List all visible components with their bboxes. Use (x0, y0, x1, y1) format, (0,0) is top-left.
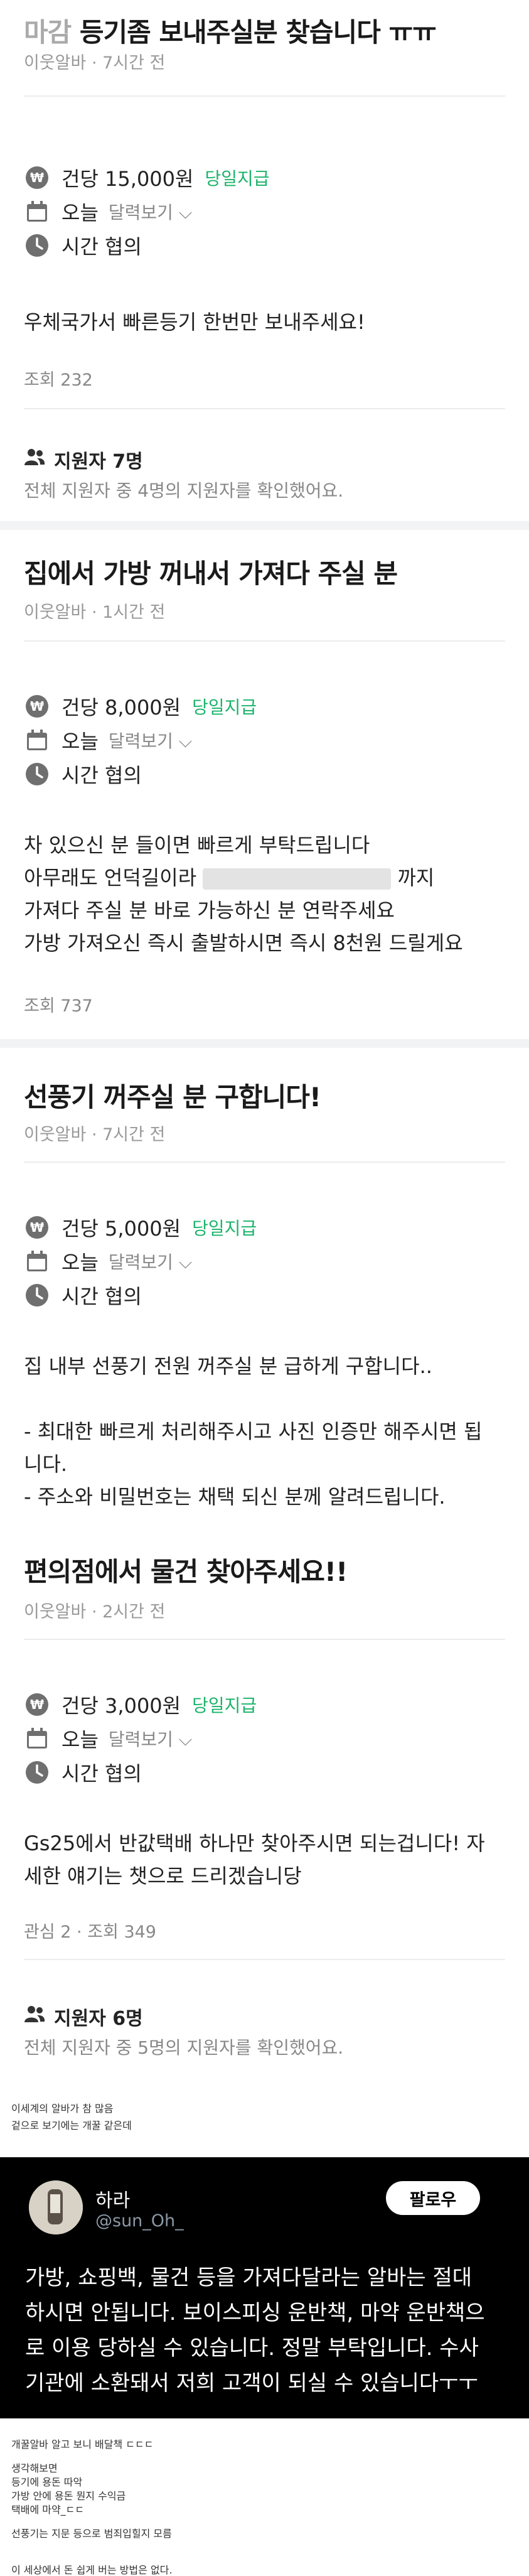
closed-label: 마감 (24, 17, 72, 48)
caption-note: 등기에 용돈 따악 (11, 2476, 83, 2488)
divider (24, 408, 505, 409)
chevron-down-icon: ⌵ (173, 202, 193, 223)
follow-button[interactable]: 팔로우 (386, 2181, 480, 2215)
pay-amount: 건당 15,000원 (61, 167, 194, 191)
post-stats: 관심 2 · 조회 349 (24, 1922, 156, 1942)
pay-badge: 당일지급 (192, 1218, 257, 1239)
post-title[interactable]: 편의점에서 물건 찾아주세요!! (24, 1551, 348, 1589)
time-row: 시간 협의 (24, 1757, 142, 1788)
calendar-link[interactable]: 달력보기 ⌵ (109, 199, 192, 224)
post-title[interactable]: 선풍기 꺼주실 분 구합니다! (24, 1076, 321, 1114)
caption-note: 가방 안에 용돈 뭔지 수익금 (11, 2490, 126, 2502)
time-value: 시간 협의 (61, 763, 142, 787)
applicants-sub: 전체 지원자 중 4명의 지원자를 확인했어요. (24, 480, 344, 501)
applicants-title[interactable]: 지원자 6명 (24, 2003, 143, 2030)
won-icon: ₩ (24, 1214, 50, 1241)
clock-icon (24, 1282, 50, 1308)
post-title-text: 등기좀 보내주실분 찾습니다 ㅠㅠ (79, 17, 437, 48)
divider (24, 95, 505, 97)
pay-badge: 당일지급 (192, 697, 257, 718)
time-value: 시간 협의 (61, 1762, 142, 1786)
clock-icon (24, 761, 50, 787)
caption-note: 이 세상에서 돈 쉽게 버는 방법은 없다. (11, 2564, 173, 2576)
applicants-title[interactable]: 지원자 7명 (24, 446, 143, 473)
post-title[interactable]: 마감 등기좀 보내주실분 찾습니다 ㅠㅠ (24, 11, 437, 50)
time-row: 시간 협의 (24, 758, 142, 790)
caption-note: 선풍기는 지문 등으로 범죄입힐지 모름 (11, 2528, 172, 2540)
caption-note: 생각해보면 (11, 2462, 58, 2474)
time-row: 시간 협의 (24, 1280, 142, 1311)
pay-row: ₩ 건당 5,000원 당일지급 (24, 1212, 257, 1243)
pay-badge: 당일지급 (205, 168, 270, 189)
post-stats: 조회 232 (24, 370, 93, 390)
post-title[interactable]: 집에서 가방 꺼내서 가져다 주실 분 (24, 552, 398, 591)
people-icon (24, 448, 45, 472)
post-body: 집 내부 선풍기 전원 꺼주실 분 급하게 구합니다.. - 최대한 빠르게 처… (24, 1354, 483, 1509)
redacted-block (203, 868, 392, 890)
tweet-text: 가방, 쇼핑백, 물건 등을 가져다달라는 알바는 절대 하시면 안됩니다. 보… (25, 2265, 485, 2396)
won-icon: ₩ (24, 693, 50, 719)
divider (24, 1639, 505, 1640)
chevron-down-icon: ⌵ (173, 1252, 193, 1273)
caption-note: 겉으로 보기에는 개꿀 같은데 (11, 2120, 132, 2131)
date-row: 오늘 달력보기 ⌵ (24, 1723, 192, 1754)
tweet-author-name[interactable]: 하라 (95, 2185, 130, 2212)
tweet-author-handle[interactable]: @sun_Oh_ (95, 2211, 184, 2231)
calendar-icon (24, 1248, 50, 1275)
time-row: 시간 협의 (24, 230, 142, 261)
calendar-icon (24, 1725, 50, 1752)
calendar-link[interactable]: 달력보기 ⌵ (109, 1249, 192, 1274)
calendar-icon (24, 198, 50, 225)
pay-row: ₩ 건당 3,000원 당일지급 (24, 1689, 257, 1720)
post-meta: 이웃알바 · 7시간 전 (24, 53, 166, 73)
date-value: 오늘 (61, 201, 99, 225)
applicants-sub: 전체 지원자 중 5명의 지원자를 확인했어요. (24, 2037, 344, 2058)
chevron-down-icon: ⌵ (173, 731, 193, 752)
calendar-link[interactable]: 달력보기 ⌵ (109, 1726, 192, 1751)
divider (24, 1959, 505, 1960)
pay-amount: 건당 8,000원 (61, 696, 181, 719)
divider (24, 640, 505, 642)
pay-amount: 건당 5,000원 (61, 1217, 181, 1241)
calendar-link[interactable]: 달력보기 ⌵ (109, 728, 192, 753)
date-row: 오늘 달력보기 ⌵ (24, 1246, 192, 1277)
date-value: 오늘 (61, 1728, 99, 1752)
svg-text:₩: ₩ (30, 699, 44, 714)
date-row: 오늘 달력보기 ⌵ (24, 196, 192, 227)
caption-note: 이세계의 알바가 참 많음 (11, 2103, 114, 2115)
post-body: Gs25에서 반값택배 하나만 찾아주시면 되는겁니다! 자 세한 얘기는 챗으… (24, 1831, 485, 1888)
divider (24, 1161, 505, 1163)
section-divider (0, 521, 529, 530)
date-row: 오늘 달력보기 ⌵ (24, 725, 192, 756)
date-value: 오늘 (61, 1251, 99, 1275)
calendar-icon (24, 727, 50, 753)
won-icon: ₩ (24, 164, 50, 191)
post-body: 차 있으신 분 들이면 빠르게 부탁드립니다 아무래도 언덕길이라 까지 가져다… (24, 833, 463, 955)
post-meta: 이웃알바 · 7시간 전 (24, 1125, 166, 1145)
avatar[interactable] (29, 2180, 83, 2234)
svg-text:₩: ₩ (30, 170, 44, 185)
date-value: 오늘 (61, 730, 99, 753)
section-divider (0, 1039, 529, 1048)
time-value: 시간 협의 (61, 1285, 142, 1308)
clock-icon (24, 232, 50, 259)
caption-note: 택배에 마약_ㄷㄷ (11, 2504, 85, 2516)
pay-badge: 당일지급 (192, 1695, 257, 1716)
clock-icon (24, 1759, 50, 1786)
caption-note: 개꿀알바 알고 보니 배달책 ㄷㄷㄷ (11, 2439, 154, 2450)
svg-text:₩: ₩ (30, 1697, 44, 1712)
post-meta: 이웃알바 · 1시간 전 (24, 603, 166, 622)
people-icon (24, 2005, 45, 2029)
won-icon: ₩ (24, 1691, 50, 1718)
post-body: 우체국가서 빠른등기 한번만 보내주세요! (24, 310, 365, 334)
pay-row: ₩ 건당 8,000원 당일지급 (24, 691, 257, 722)
pay-row: ₩ 건당 15,000원 당일지급 (24, 162, 270, 193)
chevron-down-icon: ⌵ (173, 1729, 193, 1750)
post-stats: 조회 737 (24, 996, 93, 1016)
post-meta: 이웃알바 · 2시간 전 (24, 1602, 166, 1622)
time-value: 시간 협의 (61, 235, 142, 259)
svg-text:₩: ₩ (30, 1220, 44, 1235)
pay-amount: 건당 3,000원 (61, 1694, 181, 1718)
